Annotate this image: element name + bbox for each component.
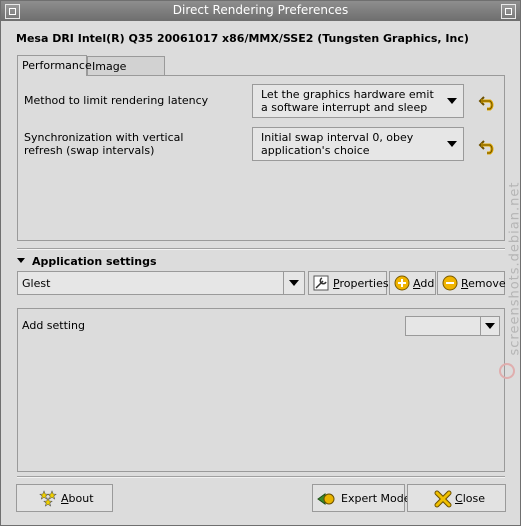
title-bar[interactable]: Direct Rendering Preferences	[1, 1, 520, 21]
vsync-value: Initial swap interval 0, obey applicatio…	[261, 131, 414, 157]
properties-label: Properties	[333, 277, 389, 290]
option-label-latency: Method to limit rendering latency	[24, 94, 209, 107]
driver-heading: Mesa DRI Intel(R) Q35 20061017 x86/MMX/S…	[16, 32, 469, 45]
chevron-down-icon	[485, 323, 495, 329]
watermark: screenshots.debian.net	[497, 151, 521, 391]
close-label: Close	[455, 492, 485, 505]
chevron-down-icon	[289, 280, 299, 286]
latency-method-value: Let the graphics hardware emit a softwar…	[261, 88, 434, 114]
add-circle-icon	[394, 275, 410, 291]
remove-app-button[interactable]: Remove	[437, 271, 506, 295]
tab-performance[interactable]: Performance	[17, 55, 92, 76]
reset-vsync-undo-icon[interactable]	[478, 135, 498, 155]
add-app-button[interactable]: Add	[389, 271, 436, 295]
expert-mode-icon	[317, 493, 335, 505]
chevron-down-icon	[447, 141, 457, 147]
application-combo-value: Glest	[22, 277, 51, 290]
expert-mode-button[interactable]: Expert Mode	[312, 484, 411, 512]
properties-wrench-icon	[313, 275, 329, 291]
properties-button[interactable]: Properties	[308, 271, 389, 295]
add-setting-label: Add setting	[22, 319, 85, 332]
vsync-combo[interactable]: Initial swap interval 0, obey applicatio…	[252, 127, 464, 161]
tab-image-quality[interactable]: Image Quality	[87, 56, 165, 92]
watermark-text: screenshots.debian.net	[507, 181, 521, 356]
separator	[17, 248, 505, 250]
debian-swirl-icon	[499, 363, 515, 379]
about-label: About	[61, 492, 94, 505]
about-stars-icon	[39, 490, 57, 507]
add-label: Add	[413, 277, 435, 290]
about-button[interactable]: About	[16, 484, 113, 512]
expert-mode-label: Expert Mode	[341, 492, 411, 505]
window-title: Direct Rendering Preferences	[172, 3, 349, 17]
app-settings-panel: Add setting	[17, 308, 505, 472]
preferences-window: Direct Rendering Preferences Mesa DRI In…	[0, 0, 521, 526]
close-button[interactable]: Close	[407, 484, 506, 512]
separator	[17, 476, 505, 478]
expander-triangle-icon	[17, 258, 25, 263]
application-combo-dropdown[interactable]	[283, 272, 304, 294]
remove-circle-icon	[442, 275, 458, 291]
application-combo[interactable]: Glest	[17, 271, 305, 295]
app-settings-label: Application settings	[32, 255, 157, 268]
chevron-down-icon	[447, 98, 457, 104]
close-x-icon	[434, 490, 452, 508]
performance-panel: Method to limit rendering latency Let th…	[17, 75, 505, 241]
reset-latency-undo-icon[interactable]	[478, 91, 498, 111]
option-label-vsync: Synchronization with vertical refresh (s…	[24, 131, 184, 157]
window-maximize-button[interactable]	[501, 4, 516, 19]
maximize-icon	[505, 8, 512, 15]
latency-method-combo[interactable]: Let the graphics hardware emit a softwar…	[252, 84, 464, 118]
add-setting-combo[interactable]	[405, 316, 500, 336]
